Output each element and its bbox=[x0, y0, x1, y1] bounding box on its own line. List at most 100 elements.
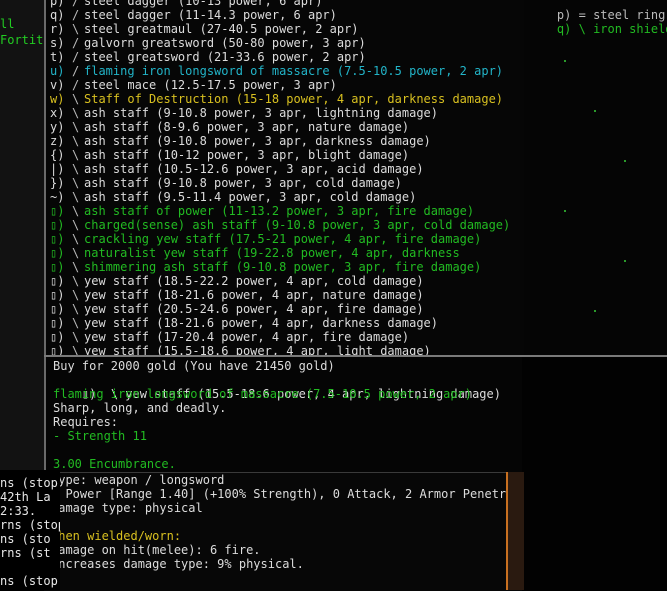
inventory-item[interactable]: r) \ steel greatmaul (27-40.5 power, 2 apr… bbox=[50, 22, 510, 36]
weapon-type-line: Type: weapon / longsword bbox=[51, 473, 225, 487]
equip-key: q) bbox=[556, 22, 572, 36]
item-label: ash staff (10.5-12.6 power, 3 apr, acid … bbox=[84, 162, 424, 176]
item-key: ▯) bbox=[50, 218, 65, 232]
item-label: ash staff of power (11-13.2 power, 3 apr… bbox=[84, 204, 475, 218]
equip-row[interactable]: q) \ iron shield of bbox=[528, 8, 667, 50]
inventory-item[interactable]: ▯) \ yew staff (17-20.4 power, 4 apr, fire… bbox=[50, 330, 510, 344]
inventory-item[interactable]: ▯) \ yew staff (15.5-18.6 power, 4 apr, li… bbox=[50, 344, 510, 355]
item-symbol: \ bbox=[72, 232, 80, 246]
increases-damage-line: Increases damage type: 9% physical. bbox=[51, 557, 304, 571]
item-symbol: / bbox=[72, 50, 80, 64]
damage-type-line: Damage type: physical bbox=[51, 501, 203, 515]
inventory-item[interactable]: ▯) \ yew staff (18.5-22.2 power, 4 apr, co… bbox=[50, 274, 510, 288]
item-symbol: \ bbox=[72, 120, 80, 134]
item-symbol: / bbox=[72, 8, 80, 22]
inventory-item[interactable]: q) / steel dagger (11-14.3 power, 6 apr) bbox=[50, 8, 510, 22]
inventory-item[interactable]: y) \ ash staff (8-9.6 power, 3 apr, nature… bbox=[50, 120, 510, 134]
item-symbol: \ bbox=[72, 190, 80, 204]
item-symbol: \ bbox=[72, 330, 80, 344]
item-key: ~) bbox=[50, 190, 65, 204]
buy-price-text: Buy for 2000 gold (You have 21450 gold) bbox=[53, 359, 335, 373]
item-label: yew staff (20.5-24.6 power, 4 apr, fire … bbox=[84, 302, 424, 316]
item-key: ▯) bbox=[50, 302, 65, 316]
item-key: ▯) bbox=[50, 330, 65, 344]
inventory-item[interactable]: ▯) \ yew staff (20.5-24.6 power, 4 apr, fi… bbox=[50, 302, 510, 316]
item-label: steel dagger (11-14.3 power, 6 apr) bbox=[84, 8, 337, 22]
item-symbol: \ bbox=[72, 260, 80, 274]
item-label: charged(sense) ash staff (9-10.8 power, … bbox=[84, 218, 511, 232]
equip-symbol: \ bbox=[578, 22, 586, 36]
item-label: Staff of Destruction (15-18 power, 4 apr… bbox=[84, 92, 504, 106]
inventory-item[interactable]: ▯) \ yew staff (18-21.6 power, 4 apr, natu… bbox=[50, 288, 510, 302]
item-label: steel mace (12.5-17.5 power, 3 apr) bbox=[84, 78, 337, 92]
inventory-item[interactable]: z) \ ash staff (9-10.8 power, 3 apr, darkn… bbox=[50, 134, 510, 148]
item-key: ▯) bbox=[50, 260, 65, 274]
map-text-1: ll bbox=[0, 17, 15, 31]
item-key: |) bbox=[50, 162, 65, 176]
side-scrollbar[interactable] bbox=[506, 472, 524, 590]
log-line: 2:33. bbox=[0, 504, 37, 518]
map-dot bbox=[624, 260, 626, 262]
item-symbol: \ bbox=[72, 218, 80, 232]
item-label: ash staff (10-12 power, 3 apr, blight da… bbox=[84, 148, 410, 162]
item-symbol: \ bbox=[72, 288, 80, 302]
item-key: ▯) bbox=[50, 274, 65, 288]
inventory-item[interactable]: u) / flaming iron longsword of massacre (7… bbox=[50, 64, 510, 78]
encumbrance-line: 3.00 Encumbrance. bbox=[53, 457, 176, 471]
item-key: ▯) bbox=[50, 288, 65, 302]
item-label: crackling yew staff (17.5-21 power, 4 ap… bbox=[84, 232, 482, 246]
item-key: z) bbox=[50, 134, 65, 148]
item-key: v) bbox=[50, 78, 65, 92]
item-symbol: \ bbox=[72, 246, 80, 260]
log-line: 42th La bbox=[0, 490, 51, 504]
log-line: ns (stop bbox=[0, 476, 58, 490]
item-label: yew staff (18.5-22.2 power, 4 apr, cold … bbox=[84, 274, 424, 288]
inventory-item[interactable]: ▯) \ crackling yew staff (17.5-21 power, 4… bbox=[50, 232, 510, 246]
map-dot bbox=[564, 210, 566, 212]
item-symbol: / bbox=[72, 78, 80, 92]
weapon-stats-panel: Type: weapon / longsword 7 Power [Range … bbox=[44, 472, 607, 591]
inventory-item[interactable]: s) / galvorn greatsword (50-80 power, 3 ap… bbox=[50, 36, 510, 50]
map-dot bbox=[594, 110, 596, 112]
item-label: ash staff (9-10.8 power, 3 apr, darkness… bbox=[84, 134, 431, 148]
inventory-item[interactable]: }) \ ash staff (9-10.8 power, 3 apr, cold … bbox=[50, 176, 510, 190]
item-symbol: / bbox=[72, 36, 80, 50]
inventory-item[interactable]: ▯) \ ash staff of power (11-13.2 power, 3 … bbox=[50, 204, 510, 218]
item-symbol: \ bbox=[72, 148, 80, 162]
item-key: ▯) bbox=[50, 246, 65, 260]
message-log: ns (stop 42th La 2:33. rns (stop reason:… bbox=[0, 470, 60, 590]
inventory-item[interactable]: x) \ ash staff (9-10.8 power, 3 apr, light… bbox=[50, 106, 510, 120]
inventory-item[interactable]: t) / steel greatsword (21-33.6 power, 2 ap… bbox=[50, 50, 510, 64]
requires-label: Requires: bbox=[53, 415, 119, 429]
item-label: yew staff (15.5-18.6 power, 4 apr, light… bbox=[84, 344, 431, 355]
inventory-item[interactable]: ▯) \ shimmering ash staff (9-10.8 power, 3… bbox=[50, 260, 510, 274]
item-label: yew staff (17-20.4 power, 4 apr, fire da… bbox=[84, 330, 410, 344]
inventory-item[interactable]: ▯) \ charged(sense) ash staff (9-10.8 powe… bbox=[50, 218, 510, 232]
log-line: ns (stop reason: terrain change on right… bbox=[0, 574, 58, 588]
item-key: p) bbox=[50, 0, 65, 8]
item-label: shimmering ash staff (9-10.8 power, 3 ap… bbox=[84, 260, 482, 274]
log-line: rns (st bbox=[0, 546, 51, 560]
inventory-item[interactable]: p) / steel dagger (10-13 power, 6 apr) bbox=[50, 0, 510, 8]
equipment-panel: p) = steel ring q) \ iron shield of bbox=[522, 0, 667, 355]
item-label: yew staff (18-21.6 power, 4 apr, darknes… bbox=[84, 316, 439, 330]
inventory-item[interactable]: v) / steel mace (12.5-17.5 power, 3 apr) bbox=[50, 78, 510, 92]
inventory-item[interactable]: ~) \ ash staff (9.5-11.4 power, 3 apr, col… bbox=[50, 190, 510, 204]
inventory-list: p) / steel dagger (10-13 power, 6 apr) q) / s… bbox=[44, 0, 524, 355]
item-key: ▯) bbox=[50, 204, 65, 218]
item-key: q) bbox=[50, 8, 65, 22]
item-key: {) bbox=[50, 148, 65, 162]
inventory-item[interactable]: {) \ ash staff (10-12 power, 3 apr, blight… bbox=[50, 148, 510, 162]
item-key: r) bbox=[50, 22, 65, 36]
item-symbol: \ bbox=[72, 176, 80, 190]
inventory-item[interactable]: |) \ ash staff (10.5-12.6 power, 3 apr, ac… bbox=[50, 162, 510, 176]
map-dot bbox=[594, 310, 596, 312]
log-line: rns (stop reason: terrain change on left… bbox=[0, 518, 60, 532]
item-key: ▯) bbox=[50, 232, 65, 246]
log-line: ns (sto bbox=[0, 532, 51, 546]
inventory-item[interactable]: w) \ Staff of Destruction (15-18 power, 4 … bbox=[50, 92, 510, 106]
inventory-item[interactable]: ▯) \ naturalist yew staff (19-22.8 power, … bbox=[50, 246, 510, 260]
item-label: steel greatsword (21-33.6 power, 2 apr) bbox=[84, 50, 366, 64]
inventory-item[interactable]: ▯) \ yew staff (18-21.6 power, 4 apr, dark… bbox=[50, 316, 510, 330]
when-wielded-header: When wielded/worn: bbox=[51, 529, 182, 543]
